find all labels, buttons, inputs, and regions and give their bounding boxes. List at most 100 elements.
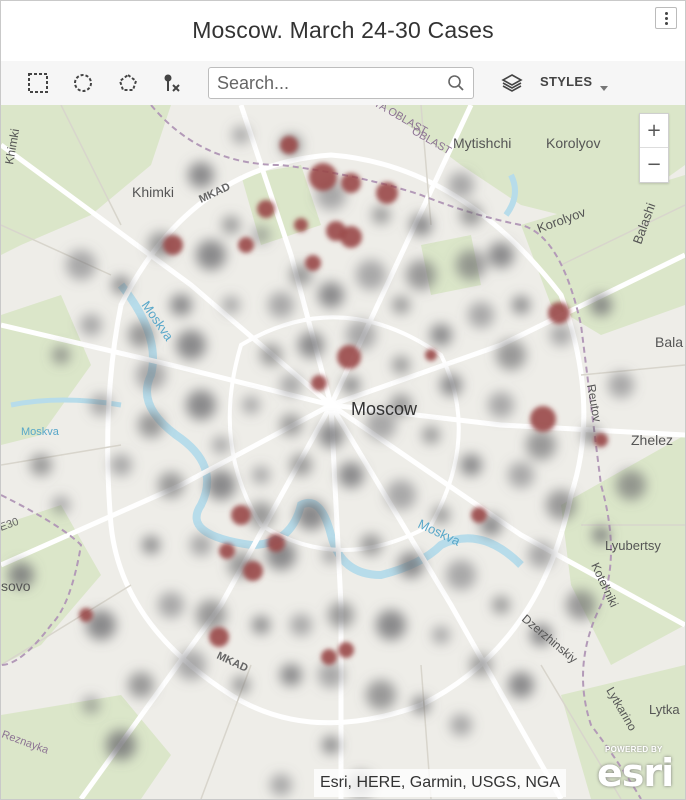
- heat-blob: [470, 654, 492, 676]
- heat-blob: [80, 314, 102, 336]
- road-label: MKAD: [215, 650, 250, 675]
- river-label: Moskva: [21, 426, 60, 438]
- heat-blob: [290, 454, 312, 476]
- hotspot-blob: [280, 136, 298, 154]
- map-view[interactable]: Moscow Mytishchi Korolyov Khimki Khimki …: [1, 105, 685, 799]
- hotspot-blob: [294, 218, 308, 232]
- heat-blob: [280, 664, 302, 686]
- search-icon[interactable]: [447, 74, 465, 97]
- hotspot-blob: [530, 406, 556, 432]
- more-options-icon[interactable]: [655, 7, 677, 29]
- styles-button[interactable]: STYLES: [540, 74, 592, 89]
- heat-blob: [176, 650, 206, 680]
- lasso-select-icon[interactable]: [116, 71, 140, 95]
- heat-blob: [392, 296, 410, 314]
- heat-blob: [356, 260, 386, 290]
- heat-blob: [196, 240, 226, 270]
- heat-blob: [448, 172, 474, 198]
- heat-blob: [512, 296, 530, 314]
- city-label: Moscow: [351, 399, 418, 419]
- heat-blob: [616, 470, 646, 500]
- heat-blob: [550, 324, 572, 346]
- heat-blob: [188, 162, 214, 188]
- heat-blob: [66, 250, 96, 280]
- place-label: sovo: [1, 578, 31, 594]
- heat-blob: [546, 490, 576, 520]
- circle-select-icon[interactable]: [71, 71, 95, 95]
- heat-blob: [456, 250, 486, 280]
- heat-blob: [128, 672, 154, 698]
- heat-blob: [260, 344, 282, 366]
- heat-blob: [392, 356, 410, 374]
- hotspot-blob: [163, 235, 183, 255]
- heat-blob: [52, 496, 70, 514]
- hotspot-blob: [340, 226, 362, 248]
- heat-blob: [468, 302, 494, 328]
- heat-blob: [190, 534, 212, 556]
- heat-blob: [232, 126, 250, 144]
- place-label: Korolyov: [546, 135, 600, 151]
- hotspot-blob: [305, 255, 321, 271]
- hotspot-blob: [243, 561, 263, 581]
- heat-blob: [128, 322, 154, 348]
- heat-blob: [406, 260, 436, 290]
- place-label: Mytishchi: [453, 135, 511, 151]
- place-label: Zhelez: [631, 432, 673, 448]
- hotspot-blob: [238, 237, 254, 253]
- zoom-in-button[interactable]: +: [640, 114, 668, 147]
- heat-blob: [280, 374, 302, 396]
- heat-blob: [252, 616, 270, 634]
- esri-logo[interactable]: POWERED BY esri: [597, 745, 681, 795]
- hotspot-blob: [471, 507, 487, 523]
- heat-blob: [376, 610, 406, 640]
- hotspot-blob: [321, 649, 337, 665]
- search-input[interactable]: [217, 71, 445, 95]
- heat-blob: [432, 626, 450, 644]
- heat-blob: [488, 242, 514, 268]
- heat-blob: [360, 534, 382, 556]
- heat-blob: [138, 412, 164, 438]
- clear-selection-icon[interactable]: [159, 71, 183, 95]
- heat-blob: [112, 276, 130, 294]
- heat-blob: [566, 590, 596, 620]
- zoom-out-button[interactable]: −: [640, 148, 668, 181]
- heat-blob: [398, 552, 424, 578]
- basemap: Moscow Mytishchi Korolyov Khimki Khimki …: [1, 105, 685, 799]
- zoom-control: + −: [639, 113, 669, 183]
- heat-blob: [526, 430, 556, 460]
- heat-blob: [52, 346, 70, 364]
- layers-icon[interactable]: [501, 73, 523, 98]
- heat-blob: [110, 454, 132, 476]
- heat-blob: [296, 500, 326, 530]
- heat-blob: [242, 396, 260, 414]
- heat-blob: [342, 376, 360, 394]
- hotspot-blob: [425, 349, 437, 361]
- heat-blob: [508, 672, 534, 698]
- place-label: Lyubertsy: [605, 538, 661, 553]
- heat-blob: [318, 422, 344, 448]
- heat-blob: [488, 392, 514, 418]
- rectangle-select-icon[interactable]: [26, 71, 50, 95]
- heat-blob: [232, 676, 250, 694]
- heat-blob: [460, 454, 482, 476]
- hotspot-blob: [548, 302, 570, 324]
- map-attribution[interactable]: Esri, HERE, Garmin, USGS, NGA: [314, 769, 567, 797]
- place-label: Dzerzhinskiy: [519, 612, 580, 666]
- chevron-down-icon[interactable]: [599, 79, 609, 97]
- heat-blob: [460, 204, 482, 226]
- hotspot-blob: [231, 505, 251, 525]
- heat-blob: [30, 454, 52, 476]
- heat-blob: [206, 470, 236, 500]
- place-label: Reutov: [584, 383, 604, 423]
- heat-blob: [328, 602, 354, 628]
- heat-blob: [268, 292, 294, 318]
- place-label: Bala: [655, 334, 683, 350]
- heat-blob: [252, 226, 270, 244]
- search-box: [208, 67, 474, 99]
- heat-blob: [248, 502, 274, 528]
- heat-blob: [508, 462, 534, 488]
- heat-blob: [496, 340, 526, 370]
- hotspot-blob: [267, 534, 285, 552]
- heat-blob: [186, 390, 216, 420]
- hotspot-blob: [337, 345, 361, 369]
